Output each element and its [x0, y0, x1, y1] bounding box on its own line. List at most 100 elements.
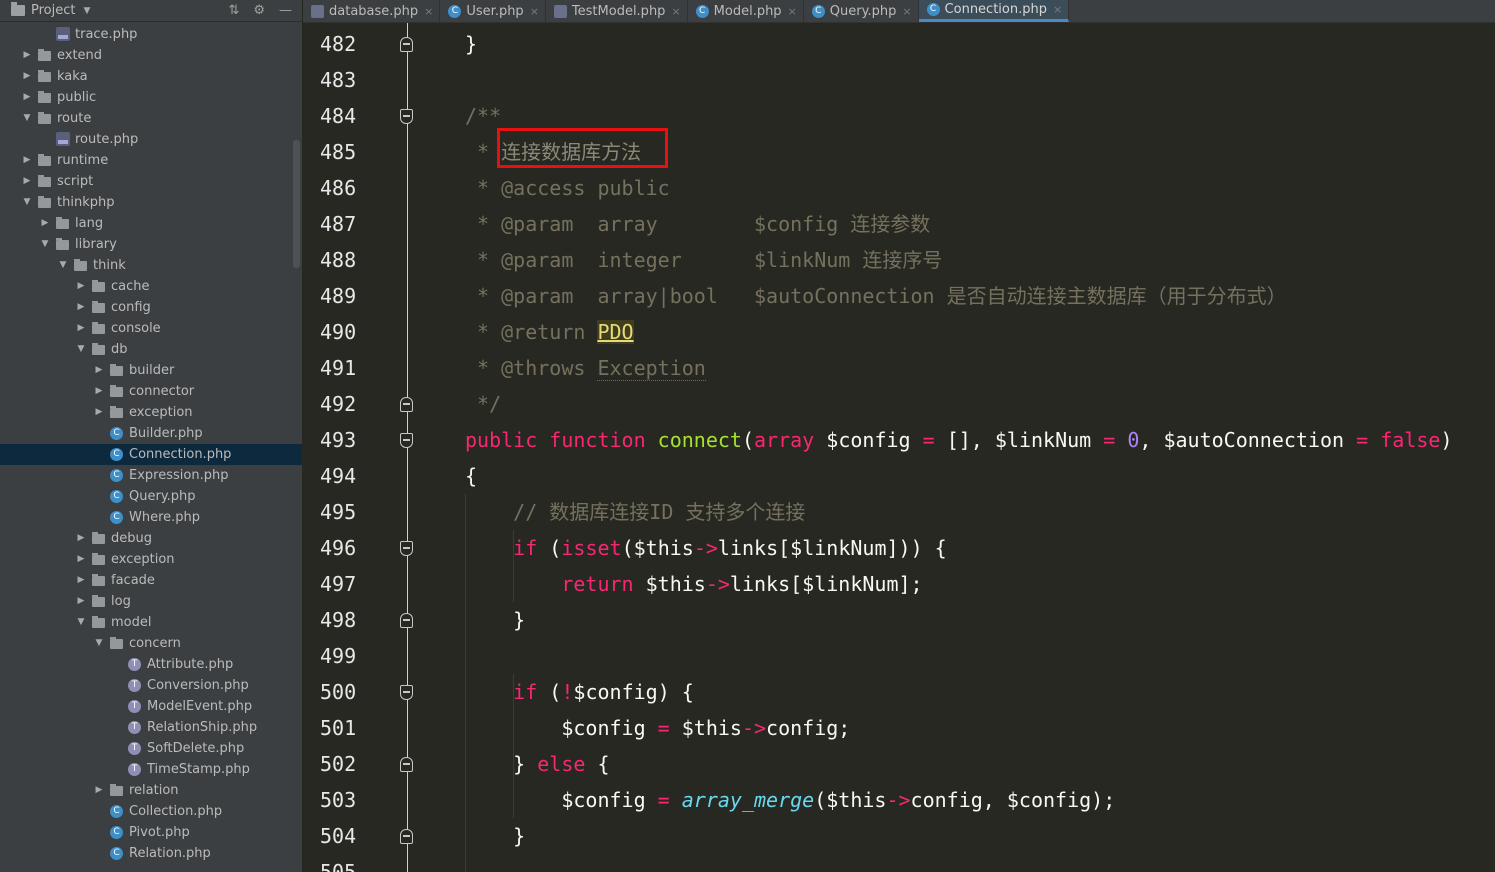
tree-folder[interactable]: ▶ relation	[0, 780, 302, 801]
tree-file[interactable]: C Collection.php	[0, 801, 302, 822]
collapse-arrow-icon[interactable]: ▶	[40, 213, 50, 234]
tree-file[interactable]: C Query.php	[0, 486, 302, 507]
fold-marker-icon[interactable]	[400, 37, 413, 52]
collapse-arrow-icon[interactable]: ▶	[22, 150, 32, 171]
collapse-arrow-icon[interactable]: ▶	[76, 318, 86, 339]
gear-icon[interactable]: ⚙	[253, 3, 265, 18]
tree-folder[interactable]: ▶ exception	[0, 402, 302, 423]
tree-file[interactable]: C Connection.php	[0, 444, 302, 465]
collapse-arrow-icon[interactable]: ▶	[22, 66, 32, 87]
collapse-arrow-icon[interactable]: ▶	[76, 276, 86, 297]
tab-connection[interactable]: C Connection.php ×	[918, 0, 1070, 22]
tree-folder[interactable]: ▶ config	[0, 297, 302, 318]
tab-testmodel[interactable]: TestModel.php ×	[546, 0, 688, 22]
collapse-arrow-icon[interactable]: ▶	[22, 45, 32, 66]
chevron-down-icon[interactable]: ▼	[83, 6, 90, 16]
php-file-icon	[56, 132, 70, 146]
tree-file[interactable]: C Builder.php	[0, 423, 302, 444]
expand-arrow-icon[interactable]: ▼	[22, 108, 32, 129]
tree-folder[interactable]: ▶ builder	[0, 360, 302, 381]
tree-folder[interactable]: ▶ facade	[0, 570, 302, 591]
collapse-arrow-icon[interactable]: ▶	[22, 87, 32, 108]
tree-folder[interactable]: ▼ think	[0, 255, 302, 276]
fold-marker-icon[interactable]	[400, 829, 413, 844]
tree-folder[interactable]: ▼ thinkphp	[0, 192, 302, 213]
close-icon[interactable]: ×	[530, 5, 539, 18]
close-icon[interactable]: ×	[424, 5, 433, 18]
tab-user[interactable]: C User.php ×	[440, 0, 546, 22]
tab-query[interactable]: C Query.php ×	[804, 0, 919, 22]
fold-marker-icon[interactable]	[400, 757, 413, 772]
tree-item-label: runtime	[57, 153, 109, 168]
tree-folder[interactable]: ▶ kaka	[0, 66, 302, 87]
fold-marker-icon[interactable]	[400, 541, 413, 556]
collapse-arrow-icon[interactable]: ▶	[22, 171, 32, 192]
close-icon[interactable]: ×	[671, 5, 680, 18]
php-trait-icon: T	[128, 679, 141, 692]
expand-arrow-icon[interactable]: ▼	[58, 255, 68, 276]
code-editor[interactable]: 482} 483 484/** 485 * 连接数据库方法 486 * @access …	[303, 23, 1495, 872]
close-icon[interactable]: ×	[788, 5, 797, 18]
tree-file[interactable]: C Pivot.php	[0, 822, 302, 843]
tree-file[interactable]: T Conversion.php	[0, 675, 302, 696]
tree-folder[interactable]: ▶ console	[0, 318, 302, 339]
collapse-arrow-icon[interactable]: ▶	[94, 402, 104, 423]
tree-folder[interactable]: ▶ exception	[0, 549, 302, 570]
tree-file[interactable]: T TimeStamp.php	[0, 759, 302, 780]
tree-file[interactable]: T Attribute.php	[0, 654, 302, 675]
tab-model[interactable]: C Model.php ×	[688, 0, 804, 22]
tree-file[interactable]: C Expression.php	[0, 465, 302, 486]
tree-folder[interactable]: ▶ public	[0, 87, 302, 108]
collapse-arrow-icon[interactable]: ▶	[76, 549, 86, 570]
hide-panel-icon[interactable]: —	[279, 3, 292, 18]
tree-folder[interactable]: ▼ model	[0, 612, 302, 633]
fold-marker-icon[interactable]	[400, 433, 413, 448]
expand-arrow-icon[interactable]: ▼	[22, 192, 32, 213]
collapse-arrow-icon[interactable]: ▶	[94, 381, 104, 402]
expand-arrow-icon[interactable]: ▼	[40, 234, 50, 255]
tree-file[interactable]: trace.php	[0, 24, 302, 45]
tree-folder[interactable]: ▼ db	[0, 339, 302, 360]
tree-folder[interactable]: ▶ cache	[0, 276, 302, 297]
collapse-arrow-icon[interactable]: ▶	[94, 780, 104, 801]
expand-arrow-icon[interactable]: ▼	[94, 633, 104, 654]
code-line: 502 } else {	[303, 746, 1495, 782]
tree-file[interactable]: C Relation.php	[0, 843, 302, 864]
collapse-all-icon[interactable]: ⇅	[228, 3, 239, 18]
tree-folder[interactable]: ▶ debug	[0, 528, 302, 549]
fold-marker-icon[interactable]	[400, 109, 413, 124]
tree-folder[interactable]: ▼ route	[0, 108, 302, 129]
expand-arrow-icon[interactable]: ▼	[76, 612, 86, 633]
tree-file[interactable]: route.php	[0, 129, 302, 150]
tree-folder[interactable]: ▶ runtime	[0, 150, 302, 171]
tree-folder[interactable]: ▶ lang	[0, 213, 302, 234]
close-icon[interactable]: ×	[902, 5, 911, 18]
tree-folder[interactable]: ▼ concern	[0, 633, 302, 654]
code-text: * @throws Exception	[465, 356, 706, 381]
close-icon[interactable]: ×	[1053, 3, 1062, 16]
project-panel-title[interactable]: Project	[31, 3, 75, 18]
fold-marker-icon[interactable]	[400, 613, 413, 628]
sidebar-scrollbar[interactable]	[293, 140, 300, 268]
folder-icon	[38, 112, 51, 124]
fold-marker-icon[interactable]	[400, 397, 413, 412]
tree-folder[interactable]: ▼ library	[0, 234, 302, 255]
collapse-arrow-icon[interactable]: ▶	[94, 360, 104, 381]
tree-folder[interactable]: ▶ log	[0, 591, 302, 612]
fold-marker-icon[interactable]	[400, 685, 413, 700]
tree-file[interactable]: T SoftDelete.php	[0, 738, 302, 759]
tree-item-label: db	[111, 342, 128, 357]
tree-folder[interactable]: ▶ script	[0, 171, 302, 192]
tree-folder[interactable]: ▶ extend	[0, 45, 302, 66]
collapse-arrow-icon[interactable]: ▶	[76, 528, 86, 549]
collapse-arrow-icon[interactable]: ▶	[76, 591, 86, 612]
expand-arrow-icon[interactable]: ▼	[76, 339, 86, 360]
tree-file[interactable]: C Where.php	[0, 507, 302, 528]
collapse-arrow-icon[interactable]: ▶	[76, 570, 86, 591]
tree-file[interactable]: T RelationShip.php	[0, 717, 302, 738]
tree-file[interactable]: T ModelEvent.php	[0, 696, 302, 717]
tree-item-label: Where.php	[129, 510, 201, 525]
collapse-arrow-icon[interactable]: ▶	[76, 297, 86, 318]
tab-database[interactable]: database.php ×	[303, 0, 441, 22]
tree-folder[interactable]: ▶ connector	[0, 381, 302, 402]
